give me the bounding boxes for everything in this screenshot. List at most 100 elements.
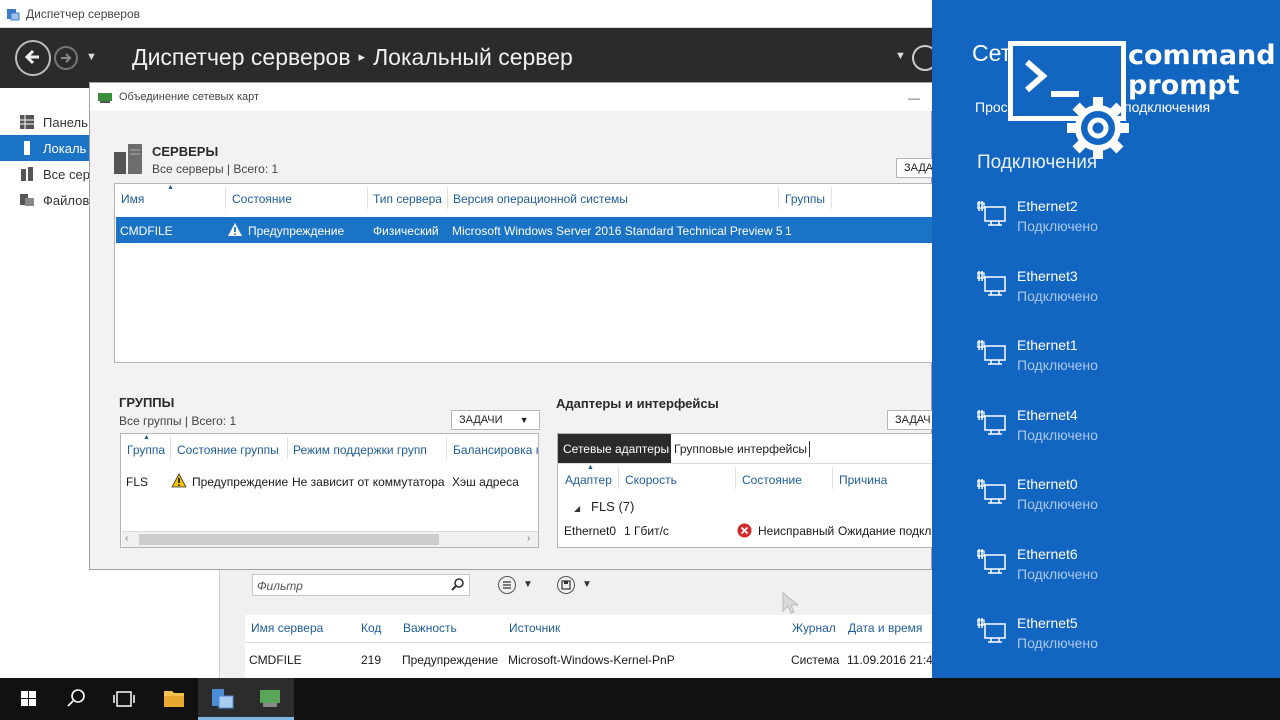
network-name: Ethernet0 <box>1017 476 1078 492</box>
history-dropdown-icon[interactable]: ▼ <box>86 51 97 63</box>
list-dropdown-icon[interactable]: ▼ <box>523 579 533 590</box>
list-view-button[interactable] <box>498 576 516 594</box>
column-header[interactable]: Источник <box>509 621 560 635</box>
save-query-button[interactable] <box>557 576 575 594</box>
horizontal-scrollbar[interactable]: ‹ › <box>122 531 538 547</box>
ethernet-icon <box>977 549 1006 574</box>
ethernet-icon <box>977 271 1006 296</box>
taskbar-server-manager[interactable] <box>198 678 246 720</box>
start-button[interactable] <box>4 678 52 720</box>
folder-icon <box>164 691 184 707</box>
server-manager-titlebar: Диспетчер серверов <box>0 0 932 28</box>
nic-teaming-dialog: Объединение сетевых карт — СЕРВЕРЫ Все с… <box>89 82 937 570</box>
search-button[interactable] <box>52 678 100 720</box>
column-header[interactable]: Причина <box>839 473 887 487</box>
tasks-label: ЗАДАЧИ <box>459 414 503 426</box>
column-header[interactable]: Код <box>361 621 381 635</box>
taskbar-nic-teaming[interactable] <box>246 678 294 720</box>
network-name: Ethernet1 <box>1017 337 1078 353</box>
event-severity: Предупреждение <box>402 653 499 667</box>
servers-tasks-button[interactable]: ЗАДАЧИ <box>896 158 936 178</box>
column-header[interactable]: Имя <box>121 192 144 206</box>
scroll-right-icon[interactable]: › <box>527 533 530 544</box>
tab-network-adapters[interactable]: Сетевые адаптеры <box>558 434 671 464</box>
taskbar <box>0 678 1280 720</box>
ethernet-icon <box>977 201 1006 226</box>
servers-subtitle: Все серверы | Всего: 1 <box>152 162 279 176</box>
task-view-icon <box>113 691 135 707</box>
adapters-tabs: Сетевые адаптеры Групповые интерфейсы <box>557 433 937 464</box>
network-status: Подключено <box>1017 496 1098 512</box>
sidebar-item-label: Локаль <box>43 141 87 156</box>
filter-input[interactable]: Фильтр <box>252 574 470 596</box>
scrollbar-thumb[interactable] <box>139 534 439 545</box>
sidebar-item-label: Панель <box>43 115 88 130</box>
groups-table: ▲ Группа Состояние группы Режим поддержк… <box>120 433 539 548</box>
column-header[interactable]: Скорость <box>625 473 677 487</box>
mouse-cursor-icon <box>782 592 798 614</box>
team-group-label: FLS (7) <box>591 499 635 514</box>
table-row[interactable]: FLS Предупреждение Не зависит от коммута… <box>121 466 538 492</box>
save-dropdown-icon[interactable]: ▼ <box>582 579 592 590</box>
column-header[interactable]: Журнал <box>792 621 836 635</box>
scroll-left-icon[interactable]: ‹ <box>125 533 128 544</box>
column-header[interactable]: Имя сервера <box>251 621 323 635</box>
server-manager-icon <box>212 689 234 709</box>
server-manager-header: ▼ Диспетчер серверов ▸ Локальный сервер ▼ <box>0 28 938 88</box>
event-server: CMDFILE <box>249 653 302 667</box>
column-header[interactable]: Режим поддержки групп <box>293 443 427 457</box>
column-header[interactable]: Балансировка н <box>453 443 538 457</box>
adapters-table: ▲ Адаптер Скорость Состояние Причина ◢ F… <box>557 463 937 548</box>
refresh-dropdown-icon[interactable]: ▼ <box>895 50 906 62</box>
arrow-left-icon <box>24 49 39 65</box>
tab-team-interfaces[interactable]: Групповые интерфейсы <box>674 442 807 456</box>
table-row[interactable]: CMDFILE 219 Предупреждение Microsoft-Win… <box>245 643 940 678</box>
taskbar-file-explorer[interactable] <box>150 678 198 720</box>
minimize-button[interactable]: — <box>908 91 920 105</box>
task-view-button[interactable] <box>100 678 148 720</box>
servers-section-icon <box>114 144 142 174</box>
events-table-header: Имя сервера Код Важность Источник Журнал… <box>245 615 932 643</box>
column-header[interactable]: Группы <box>785 192 825 206</box>
network-status: Подключено <box>1017 288 1098 304</box>
column-header[interactable]: Состояние <box>742 473 802 487</box>
sort-ascending-icon: ▲ <box>587 464 594 471</box>
back-button[interactable] <box>15 40 51 76</box>
servers-heading: СЕРВЕРЫ <box>152 144 219 159</box>
forward-button[interactable] <box>54 46 78 70</box>
network-item-ethernet3[interactable]: Ethernet3 Подключено <box>977 268 1237 314</box>
column-header[interactable]: Версия операционной системы <box>453 192 628 206</box>
server-groups: 1 <box>785 224 792 238</box>
network-item-ethernet2[interactable]: Ethernet2 Подключено <box>977 198 1237 244</box>
column-header[interactable]: Дата и время <box>848 621 922 635</box>
column-header[interactable]: Адаптер <box>565 473 612 487</box>
network-status: Подключено <box>1017 427 1098 443</box>
group-name: FLS <box>126 475 149 489</box>
adapters-tasks-button[interactable]: ЗАДАЧ <box>887 410 933 430</box>
column-header[interactable]: Тип сервера <box>373 192 442 206</box>
collapse-icon[interactable]: ◢ <box>574 504 580 513</box>
network-item-ethernet4[interactable]: Ethernet4 Подключено <box>977 407 1237 453</box>
network-status: Подключено <box>1017 218 1098 234</box>
network-item-ethernet0[interactable]: Ethernet0 Подключено <box>977 476 1237 522</box>
sort-ascending-icon: ▲ <box>167 184 174 191</box>
column-header[interactable]: Важность <box>403 621 457 635</box>
network-item-ethernet1[interactable]: Ethernet1 Подключено <box>977 337 1237 383</box>
network-item-ethernet6[interactable]: Ethernet6 Подключено <box>977 546 1237 592</box>
logo-text: command prompt <box>1128 41 1276 101</box>
window-title: Диспетчер серверов <box>26 7 141 21</box>
network-item-ethernet5[interactable]: Ethernet5 Подключено <box>977 615 1237 661</box>
network-name: Ethernet4 <box>1017 407 1078 423</box>
table-row[interactable]: Ethernet0 1 Гбит/с Неисправный Ожидание … <box>558 520 936 542</box>
dialog-titlebar: Объединение сетевых карт — <box>90 83 933 111</box>
column-header[interactable]: Группа <box>127 443 165 457</box>
groups-tasks-button[interactable]: ЗАДАЧИ ▼ <box>451 410 540 430</box>
column-header[interactable]: Состояние <box>232 192 292 206</box>
sidebar-item-label: Все сер <box>43 167 90 182</box>
column-header[interactable]: Состояние группы <box>177 443 279 457</box>
table-row[interactable]: CMDFILE Предупреждение Физический Micros… <box>116 217 934 243</box>
search-icon <box>67 689 85 707</box>
breadcrumb-root[interactable]: Диспетчер серверов <box>132 44 351 70</box>
desktop: Диспетчер серверов ▼ Диспетчер серверов ▸… <box>0 0 1280 720</box>
arrow-right-icon <box>61 53 72 63</box>
